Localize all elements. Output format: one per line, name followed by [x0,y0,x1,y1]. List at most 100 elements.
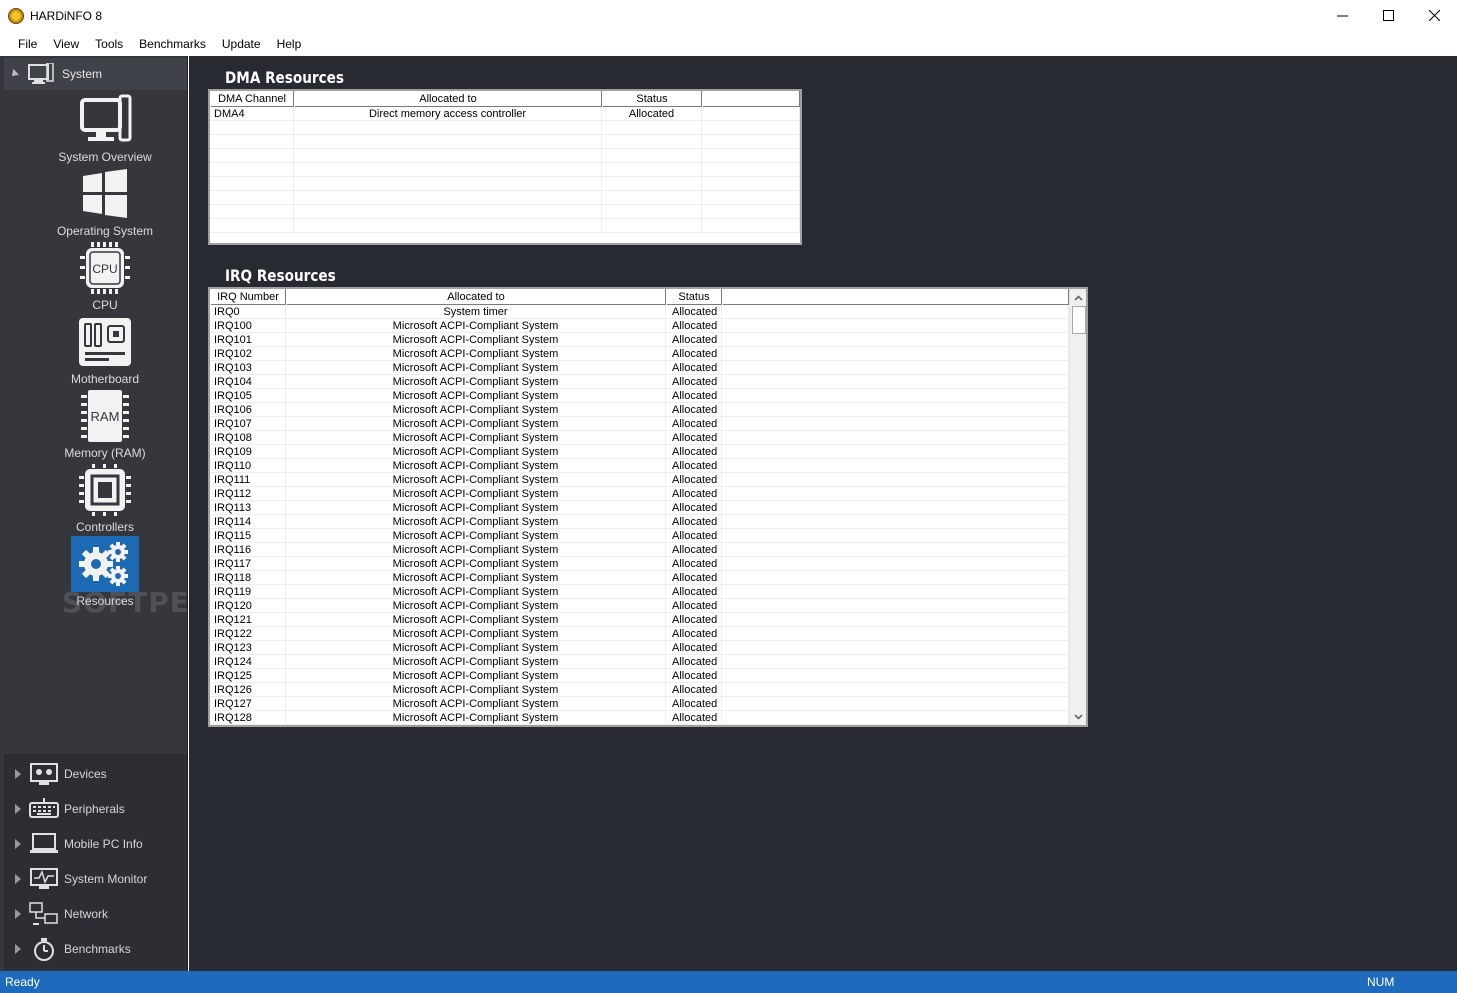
table-row[interactable]: IRQ102 Microsoft ACPI-Compliant System All… [210,347,1069,361]
table-row[interactable]: IRQ106 Microsoft ACPI-Compliant System All… [210,403,1069,417]
cell-empty [722,571,1069,585]
table-row[interactable]: IRQ114 Microsoft ACPI-Compliant System All… [210,515,1069,529]
table-row[interactable]: IRQ101 Microsoft ACPI-Compliant System All… [210,333,1069,347]
table-row[interactable]: IRQ113 Microsoft ACPI-Compliant System All… [210,501,1069,515]
menu-view[interactable]: View [45,37,87,51]
cell-allocated-to: Microsoft ACPI-Compliant System [286,347,666,361]
content-area: DMA Resources DMA Channel Allocated to S… [189,56,1457,971]
irq-vertical-scrollbar[interactable] [1069,289,1086,725]
sidebar-section-system[interactable]: System [4,58,187,90]
scroll-thumb[interactable] [1072,306,1086,334]
cell-empty [722,319,1069,333]
table-row[interactable]: IRQ100 Microsoft ACPI-Compliant System All… [210,319,1069,333]
scroll-up-button[interactable] [1070,289,1086,306]
table-row[interactable]: IRQ109 Microsoft ACPI-Compliant System All… [210,445,1069,459]
cell-irq-number: IRQ106 [210,403,286,417]
table-row[interactable]: IRQ103 Microsoft ACPI-Compliant System All… [210,361,1069,375]
menu-tools[interactable]: Tools [87,37,131,51]
pulse-monitor-icon [30,868,58,889]
scroll-down-button[interactable] [1070,708,1086,725]
cell-status: Allocated [666,473,722,487]
cell-status: Allocated [666,627,722,641]
cell-allocated-to: Microsoft ACPI-Compliant System [286,529,666,543]
sidebar-category-label: System Monitor [64,872,148,886]
table-row[interactable]: IRQ112 Microsoft ACPI-Compliant System All… [210,487,1069,501]
menu-help[interactable]: Help [269,37,310,51]
collapsed-arrow-icon [15,874,21,884]
stopwatch-icon [34,938,54,961]
sidebar-item-controllers[interactable]: Controllers [55,464,155,536]
sidebar-category-mobile-pc-info[interactable]: Mobile PC Info [4,829,187,859]
collapsed-arrow-icon [15,909,21,919]
menu-file[interactable]: File [10,37,45,51]
table-row[interactable]: IRQ122 Microsoft ACPI-Compliant System All… [210,627,1069,641]
menu-benchmarks[interactable]: Benchmarks [131,37,214,51]
table-row[interactable]: IRQ126 Microsoft ACPI-Compliant System All… [210,683,1069,697]
table-row[interactable]: IRQ120 Microsoft ACPI-Compliant System All… [210,599,1069,613]
table-row[interactable]: IRQ105 Microsoft ACPI-Compliant System All… [210,389,1069,403]
cell-irq-number: IRQ126 [210,683,286,697]
column-header-dma-channel[interactable]: DMA Channel [210,91,294,107]
sidebar-item-system-overview[interactable]: System Overview [55,94,155,166]
cell-dma-channel: DMA4 [210,107,294,121]
cell-empty [722,417,1069,431]
cell-status: Allocated [602,107,702,121]
column-header-empty[interactable] [702,91,800,107]
dma-table-header: DMA Channel Allocated to Status [210,91,800,107]
table-row[interactable]: IRQ125 Microsoft ACPI-Compliant System All… [210,669,1069,683]
table-row[interactable]: IRQ124 Microsoft ACPI-Compliant System All… [210,655,1069,669]
table-row[interactable]: IRQ119 Microsoft ACPI-Compliant System All… [210,585,1069,599]
column-header-irq-number[interactable]: IRQ Number [210,289,286,305]
table-row[interactable]: IRQ121 Microsoft ACPI-Compliant System All… [210,613,1069,627]
column-header-allocated-to[interactable]: Allocated to [294,91,602,107]
cell-empty [722,459,1069,473]
cell-status: Allocated [666,683,722,697]
table-row[interactable]: IRQ108 Microsoft ACPI-Compliant System All… [210,431,1069,445]
cell-empty [722,557,1069,571]
system-monitor-icon [28,63,54,84]
table-row[interactable]: IRQ118 Microsoft ACPI-Compliant System All… [210,571,1069,585]
sidebar-category-system-monitor[interactable]: System Monitor [4,864,187,894]
dma-table[interactable]: DMA Channel Allocated to Status DMA4 Dir… [208,89,802,245]
dma-section-title: DMA Resources [225,68,344,87]
cell-status: Allocated [666,375,722,389]
sidebar-item-motherboard[interactable]: Motherboard [55,316,155,388]
table-row[interactable]: IRQ128 Microsoft ACPI-Compliant System All… [210,711,1069,725]
column-header-status[interactable]: Status [666,289,722,305]
table-row[interactable]: IRQ127 Microsoft ACPI-Compliant System All… [210,697,1069,711]
cell-empty [722,697,1069,711]
table-row[interactable]: IRQ116 Microsoft ACPI-Compliant System All… [210,543,1069,557]
sidebar-category-benchmarks[interactable]: Benchmarks [4,934,187,964]
column-header-empty[interactable] [722,289,1069,305]
table-row[interactable]: IRQ111 Microsoft ACPI-Compliant System All… [210,473,1069,487]
table-row[interactable]: IRQ123 Microsoft ACPI-Compliant System All… [210,641,1069,655]
sidebar-item-cpu[interactable]: CPU CPU [55,242,155,314]
cell-empty [722,599,1069,613]
column-header-status[interactable]: Status [602,91,702,107]
sidebar-item-memory[interactable]: RAM Memory (RAM) [55,390,155,462]
table-row[interactable]: IRQ107 Microsoft ACPI-Compliant System All… [210,417,1069,431]
close-button[interactable] [1411,0,1457,30]
table-row[interactable]: IRQ0 System timer Allocated [210,305,1069,319]
maximize-button[interactable] [1365,0,1411,30]
cell-allocated-to: Microsoft ACPI-Compliant System [286,697,666,711]
cell-irq-number: IRQ108 [210,431,286,445]
cell-allocated-to: Microsoft ACPI-Compliant System [286,319,666,333]
cell-empty [722,305,1069,319]
cell-empty [722,487,1069,501]
sidebar-category-devices[interactable]: Devices [4,759,187,789]
column-header-allocated-to[interactable]: Allocated to [286,289,666,305]
sidebar-category-peripherals[interactable]: Peripherals [4,794,187,824]
table-row[interactable]: IRQ110 Microsoft ACPI-Compliant System All… [210,459,1069,473]
table-row[interactable]: DMA4 Direct memory access controller All… [210,107,800,121]
minimize-button[interactable] [1319,0,1365,30]
table-row[interactable]: IRQ104 Microsoft ACPI-Compliant System All… [210,375,1069,389]
menu-update[interactable]: Update [214,37,269,51]
table-row[interactable]: IRQ117 Microsoft ACPI-Compliant System All… [210,557,1069,571]
chevron-down-icon [1074,713,1083,720]
sidebar-category-network[interactable]: Network [4,899,187,929]
table-row[interactable]: IRQ115 Microsoft ACPI-Compliant System All… [210,529,1069,543]
sidebar-item-operating-system[interactable]: Operating System [55,168,155,240]
windows-logo-icon [83,169,127,218]
irq-table[interactable]: IRQ Number Allocated to Status IRQ0 Syste… [208,287,1088,727]
